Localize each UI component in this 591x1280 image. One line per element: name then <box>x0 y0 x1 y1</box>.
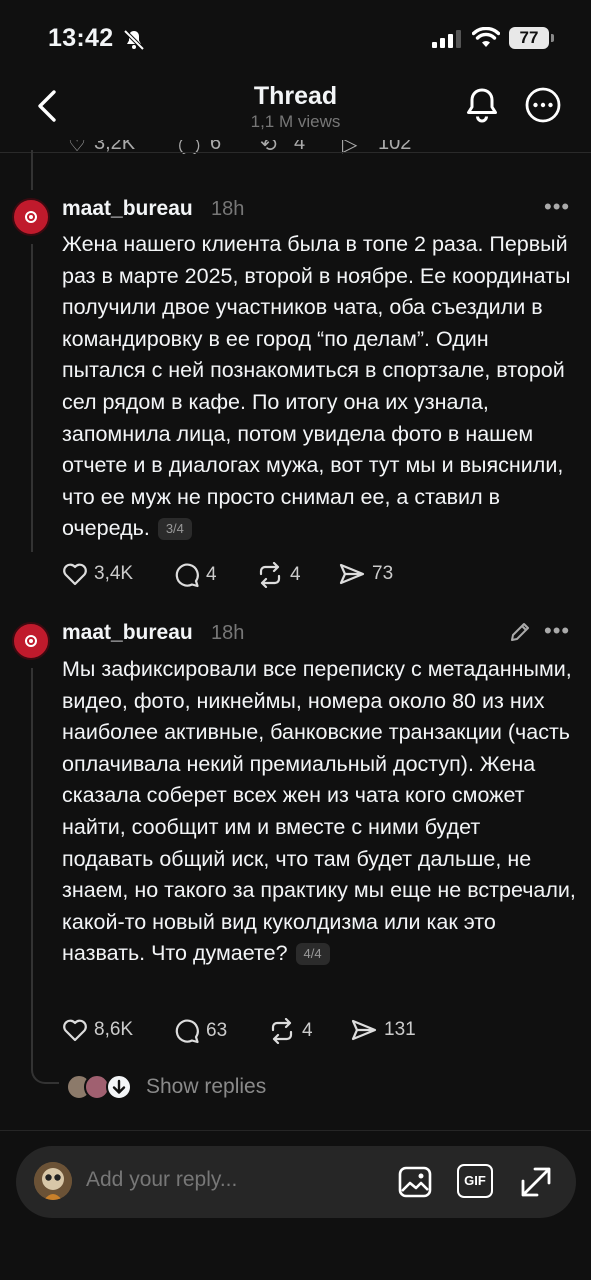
image-attach-icon[interactable] <box>397 1164 433 1200</box>
send-icon <box>351 1019 377 1041</box>
reply-input[interactable] <box>86 1168 386 1192</box>
user-avatar <box>34 1162 72 1200</box>
status-time: 13:42 <box>48 24 114 52</box>
notification-bell-icon[interactable] <box>462 84 502 126</box>
page-indicator: 4/4 <box>295 943 330 966</box>
heart-icon <box>63 563 87 586</box>
post-more-icon[interactable]: ••• <box>544 618 570 644</box>
share-button[interactable]: 73 <box>338 562 393 586</box>
comment-icon <box>175 1019 199 1044</box>
share-count: 131 <box>384 1019 416 1040</box>
send-icon <box>339 563 365 585</box>
thread-line <box>31 150 33 190</box>
like-count: 8,6K <box>94 1019 134 1040</box>
reply-composer: GIF <box>16 1146 576 1218</box>
battery-indicator: 77 <box>509 27 549 49</box>
repost-icon <box>259 562 281 588</box>
expand-icon[interactable] <box>518 1164 554 1200</box>
heart-icon <box>63 1019 87 1042</box>
post-body: Мы зафиксировали все переписку с метадан… <box>62 657 576 966</box>
cellular-signal-icon <box>432 30 461 48</box>
wifi-icon <box>472 27 500 47</box>
post-body: Жена нашего клиента была в топе 2 раза. … <box>62 232 571 541</box>
repost-count: 4 <box>290 564 301 585</box>
post-more-icon[interactable]: ••• <box>544 194 570 220</box>
post-text: Мы зафиксировали все переписку с метадан… <box>62 654 577 970</box>
page-indicator: 3/4 <box>157 518 192 541</box>
reply-count: 63 <box>206 1020 228 1041</box>
thread-line <box>31 244 33 552</box>
bell-off-icon <box>123 29 145 51</box>
like-button[interactable]: 3,4K <box>62 562 133 586</box>
avatar[interactable] <box>12 198 50 236</box>
chevron-down-icon <box>106 1074 132 1100</box>
edit-pencil-icon[interactable] <box>508 620 532 644</box>
reply-count: 4 <box>206 564 217 585</box>
show-replies-button[interactable]: Show replies <box>146 1075 266 1099</box>
thread-line <box>31 668 33 1063</box>
post-time: 18h <box>211 198 245 220</box>
reply-button[interactable]: 63 <box>174 1018 227 1044</box>
share-button[interactable]: 131 <box>350 1018 416 1042</box>
post-username[interactable]: maat_bureau <box>62 197 193 221</box>
repost-icon <box>271 1018 293 1044</box>
gif-button[interactable]: GIF <box>457 1164 493 1200</box>
header-divider <box>0 152 591 153</box>
view-count: 1,1 M views <box>250 112 341 131</box>
battery-nub <box>551 34 554 42</box>
like-button[interactable]: 8,6K <box>62 1018 133 1042</box>
gif-label: GIF <box>457 1164 493 1198</box>
repost-count: 4 <box>302 1020 313 1041</box>
repost-button[interactable]: 4 <box>256 562 301 588</box>
post-time: 18h <box>211 622 245 644</box>
page-title: Thread <box>253 82 338 110</box>
reply-button[interactable]: 4 <box>174 562 217 588</box>
divider <box>0 1130 591 1131</box>
post-username[interactable]: maat_bureau <box>62 621 193 645</box>
status-bar: 13:42 77 <box>0 0 591 76</box>
like-count: 3,4K <box>94 563 134 584</box>
post-text: Жена нашего клиента была в топе 2 раза. … <box>62 229 577 545</box>
comment-icon <box>175 563 199 588</box>
repost-button[interactable]: 4 <box>268 1018 313 1044</box>
thread-line-curve <box>31 1060 59 1084</box>
more-options-icon[interactable] <box>524 86 562 124</box>
avatar[interactable] <box>12 622 50 660</box>
share-count: 73 <box>372 563 394 584</box>
